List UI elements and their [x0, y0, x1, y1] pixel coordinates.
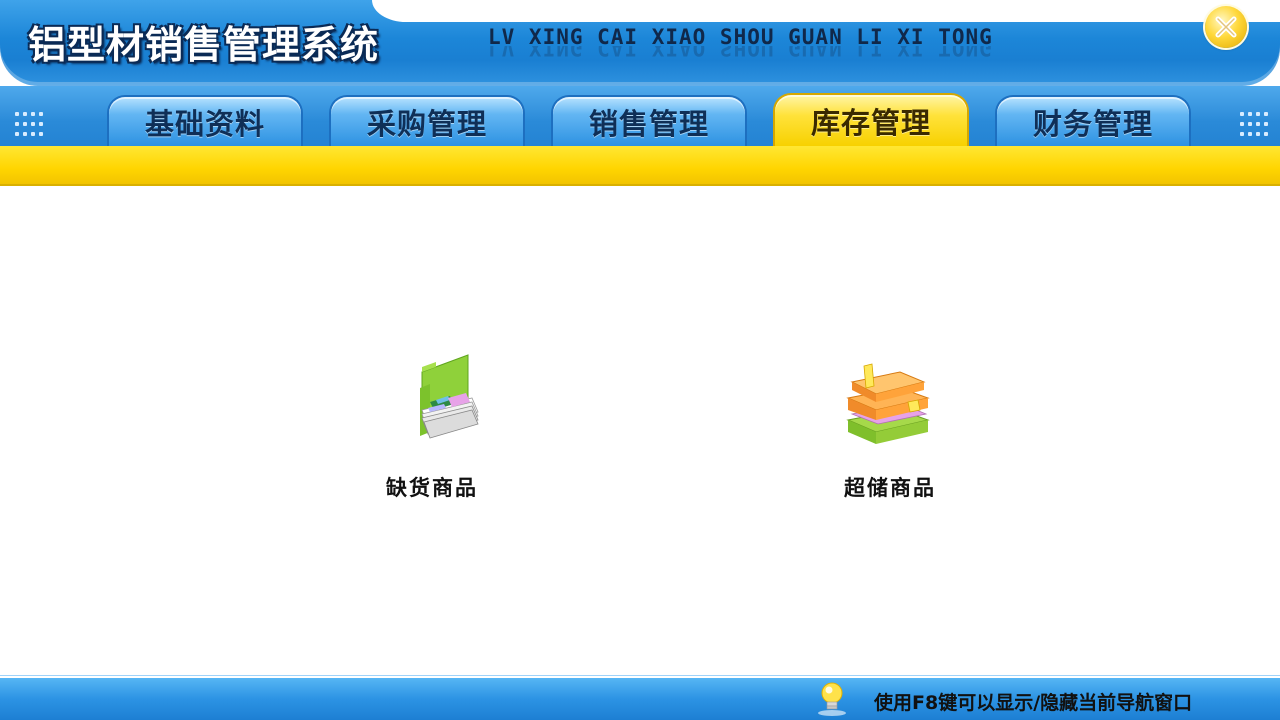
dots-decoration-right	[1240, 112, 1270, 138]
stacked-boxes-icon	[846, 363, 930, 444]
tab-basic-data[interactable]: 基础资料	[107, 95, 303, 146]
yellow-band	[0, 146, 1280, 186]
lightbulb-icon	[818, 682, 846, 716]
close-button[interactable]	[1205, 6, 1247, 48]
close-icon	[1215, 16, 1237, 38]
header: 铝型材销售管理系统 LV XING CAI XIAO SHOU GUAN LI …	[0, 0, 1280, 186]
app-subtitle-reflection: LV XING CAI XIAO SHOU GUAN LI XI TONG	[488, 46, 993, 60]
tab-label: 基础资料	[144, 106, 265, 141]
title-notch	[372, 0, 1280, 22]
tab-purchase-management[interactable]: 采购管理	[329, 95, 525, 146]
shortage-goods-label: 缺货商品	[386, 476, 478, 500]
app-title: 铝型材销售管理系统	[28, 23, 380, 67]
tab-label: 库存管理	[810, 105, 931, 140]
footer-tip-text: 使用F8键可以显示/隐藏当前导航窗口	[874, 692, 1193, 714]
overstock-goods-button[interactable]: 超储商品	[810, 350, 970, 510]
dots-decoration-left	[15, 112, 45, 138]
tab-sales-management[interactable]: 销售管理	[551, 95, 747, 146]
overstock-goods-label: 超储商品	[844, 476, 936, 500]
tab-label: 采购管理	[366, 106, 487, 141]
folder-documents-icon	[420, 354, 479, 439]
tab-label: 财务管理	[1032, 106, 1153, 141]
shortage-goods-button[interactable]: 缺货商品	[352, 350, 512, 510]
tab-finance-management[interactable]: 财务管理	[995, 95, 1191, 146]
tab-inventory-management[interactable]: 库存管理	[773, 93, 969, 146]
tab-label: 销售管理	[588, 106, 709, 141]
